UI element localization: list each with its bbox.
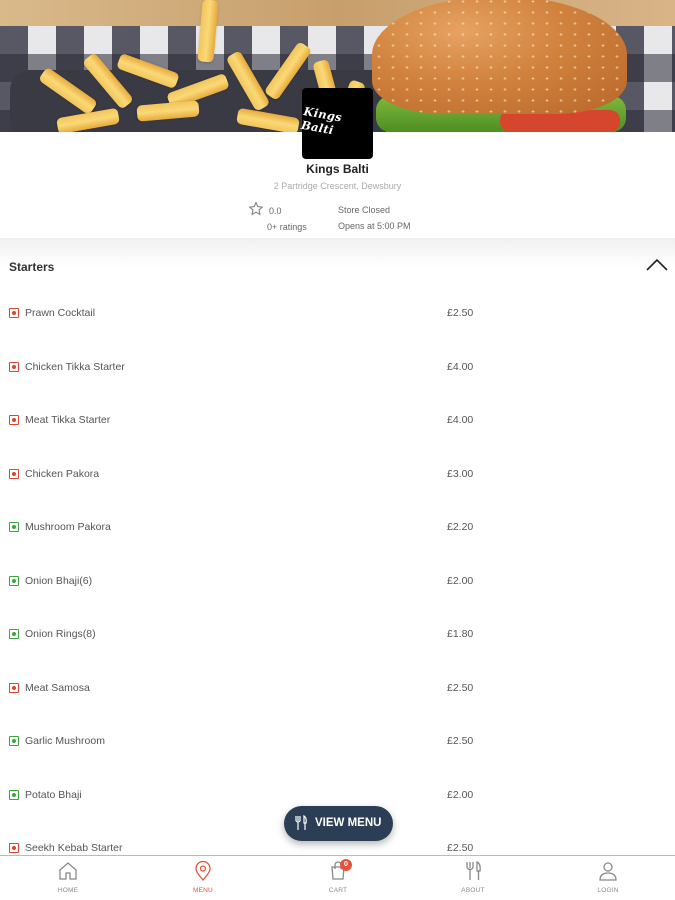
menu-item[interactable]: Onion Rings(8) £1.80 xyxy=(0,607,675,661)
menu-item-price: £2.00 xyxy=(447,574,474,587)
menu-item-name: Chicken Tikka Starter xyxy=(25,360,125,373)
menu-item-name: Chicken Pakora xyxy=(25,467,100,480)
cutlery-icon xyxy=(466,860,481,880)
nav-login[interactable]: LOGIN xyxy=(568,856,648,900)
menu-item-price: £2.50 xyxy=(447,735,474,747)
nav-cart[interactable]: 0 CART xyxy=(298,856,378,900)
nav-home[interactable]: HOME xyxy=(28,856,108,900)
menu-item-name: Meat Samosa xyxy=(25,681,90,694)
veg-indicator-icon xyxy=(9,789,19,800)
menu-item-name: Garlic Mushroom xyxy=(25,735,105,747)
user-icon xyxy=(599,862,617,881)
rating-value: 0.0 xyxy=(269,206,282,216)
menu-item[interactable]: Meat Tikka Starter £4.00 xyxy=(0,393,675,447)
menu-item[interactable]: Meat Samosa £2.50 xyxy=(0,661,675,715)
location-pin-icon xyxy=(195,860,211,881)
menu-item-name: Onion Rings(8) xyxy=(25,628,96,640)
cutlery-icon xyxy=(295,815,307,830)
menu-item-price: £2.50 xyxy=(447,307,474,319)
non-veg-indicator-icon xyxy=(9,415,19,425)
nav-about-label: ABOUT xyxy=(461,887,485,894)
menu-item[interactable]: Garlic Mushroom £2.50 xyxy=(0,714,675,768)
menu-item-price: £3.00 xyxy=(447,467,474,480)
non-veg-indicator-icon xyxy=(9,308,19,318)
menu-item-price: £2.50 xyxy=(447,681,474,694)
menu-item-name: Meat Tikka Starter xyxy=(25,414,111,426)
veg-indicator-icon xyxy=(9,575,19,586)
view-menu-label: VIEW MENU xyxy=(315,817,382,829)
store-name: Kings Balti xyxy=(306,162,369,176)
section-title: Starters xyxy=(9,260,55,274)
menu-item-price: £2.50 xyxy=(447,842,474,854)
store-address: 2 Partridge Crescent, Dewsbury xyxy=(273,181,402,191)
menu-item-price: £1.80 xyxy=(447,628,474,640)
menu-item-name: Potato Bhaji xyxy=(25,788,82,801)
menu-item[interactable]: Chicken Pakora £3.00 xyxy=(0,447,675,501)
menu-item[interactable]: Onion Bhaji(6) £2.00 xyxy=(0,554,675,608)
bottom-nav: HOME MENU 0 CART ABOUT LOGIN xyxy=(0,855,675,900)
section-header-starters[interactable]: Starters xyxy=(0,250,675,286)
store-logo-text: Kings Balti xyxy=(300,103,344,137)
star-icon xyxy=(248,201,264,216)
nav-menu[interactable]: MENU xyxy=(163,856,243,900)
menu-item-price: £2.20 xyxy=(447,521,474,533)
nav-home-label: HOME xyxy=(57,887,79,894)
menu-item-name: Mushroom Pakora xyxy=(25,521,111,533)
menu-item-name: Prawn Cocktail xyxy=(25,307,96,319)
nav-about[interactable]: ABOUT xyxy=(433,856,513,900)
view-menu-button[interactable]: VIEW MENU xyxy=(284,806,393,841)
store-logo: Kings Balti xyxy=(300,88,373,159)
menu-item-name: Onion Bhaji(6) xyxy=(25,574,93,587)
menu-item[interactable]: Prawn Cocktail £2.50 xyxy=(0,286,675,340)
chevron-up-icon[interactable] xyxy=(645,257,669,273)
store-hours: Opens at 5:00 PM xyxy=(338,221,411,231)
non-veg-indicator-icon xyxy=(9,843,19,853)
menu-item-price: £4.00 xyxy=(447,414,474,426)
veg-indicator-icon xyxy=(9,629,19,639)
menu-item[interactable]: Chicken Tikka Starter £4.00 xyxy=(0,340,675,394)
nav-menu-label: MENU xyxy=(193,887,213,894)
non-veg-indicator-icon xyxy=(9,468,19,479)
nav-login-label: LOGIN xyxy=(597,887,619,894)
menu-item-price: £2.00 xyxy=(447,788,474,801)
menu-item-name: Seekh Kebab Starter xyxy=(25,842,123,854)
menu-item-price: £4.00 xyxy=(447,360,474,373)
non-veg-indicator-icon xyxy=(9,361,19,372)
veg-indicator-icon xyxy=(9,736,19,746)
menu-item[interactable]: Mushroom Pakora £2.20 xyxy=(0,500,675,554)
home-icon xyxy=(59,862,77,880)
cart-count-badge: 0 xyxy=(340,859,352,871)
non-veg-indicator-icon xyxy=(9,682,19,693)
ratings-count: 0+ ratings xyxy=(267,222,307,232)
nav-cart-label: CART xyxy=(328,887,348,894)
veg-indicator-icon xyxy=(9,522,19,532)
store-status: Store Closed xyxy=(338,205,391,215)
